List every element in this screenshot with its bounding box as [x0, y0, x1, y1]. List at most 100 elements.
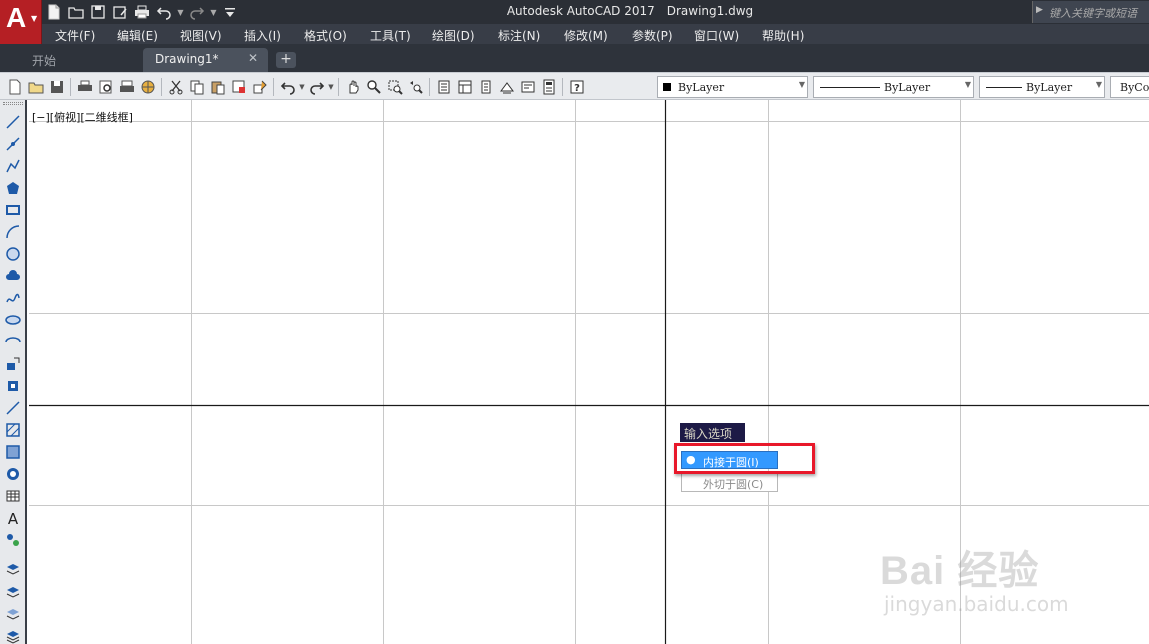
design-center-icon[interactable] — [454, 76, 475, 98]
undo-dropdown-icon[interactable]: ▼ — [298, 83, 306, 91]
open-folder-icon[interactable] — [66, 2, 86, 22]
new-tab-button[interactable]: + — [276, 52, 296, 68]
table-icon[interactable] — [3, 486, 23, 506]
viewport-controls[interactable]: [−][俯视][二维线框] — [32, 109, 133, 125]
match-properties-icon[interactable] — [228, 76, 249, 98]
linetype-preview — [820, 87, 880, 88]
rectangle-icon[interactable] — [3, 200, 23, 220]
circle-icon[interactable] — [3, 244, 23, 264]
save-as-icon[interactable] — [110, 2, 130, 22]
plot-preview-icon[interactable] — [95, 76, 116, 98]
polyline-icon[interactable] — [3, 156, 23, 176]
menu-edit[interactable]: 编辑(E) — [117, 27, 158, 44]
chevron-down-icon: ▼ — [31, 14, 38, 23]
window-title: Autodesk AutoCAD 2017 Drawing1.dwg — [480, 4, 780, 18]
toolbar-separator — [161, 78, 162, 96]
revision-cloud-icon[interactable] — [3, 266, 23, 286]
zoom-previous-icon[interactable] — [405, 76, 426, 98]
save-icon[interactable] — [88, 2, 108, 22]
point-icon[interactable] — [3, 398, 23, 418]
help-icon[interactable]: ? — [566, 76, 587, 98]
toolbar-grip[interactable] — [3, 102, 23, 105]
svg-text:?: ? — [574, 83, 580, 94]
new-icon[interactable] — [4, 76, 25, 98]
insert-block-icon[interactable] — [3, 354, 23, 374]
linetype-combo[interactable]: ByLayer ▼ — [813, 76, 974, 98]
search-box[interactable]: ▶ 键入关键字或短语 — [1032, 1, 1149, 23]
menu-tools[interactable]: 工具(T) — [370, 27, 411, 44]
layer-tool-b-icon[interactable] — [3, 582, 23, 602]
layer-color-combo[interactable]: ByLayer ▼ — [657, 76, 808, 98]
gradient-icon[interactable] — [3, 442, 23, 462]
product-name: Autodesk AutoCAD 2017 — [506, 4, 655, 18]
region-icon[interactable] — [3, 464, 23, 484]
redo-icon[interactable] — [306, 76, 327, 98]
pan-icon[interactable] — [342, 76, 363, 98]
search-placeholder: 键入关键字或短语 — [1049, 7, 1137, 20]
lineweight-combo[interactable]: ByLayer ▼ — [979, 76, 1105, 98]
menu-modify[interactable]: 修改(M) — [564, 27, 608, 44]
close-icon[interactable]: ✕ — [248, 51, 258, 65]
new-file-icon[interactable] — [44, 2, 64, 22]
zoom-realtime-icon[interactable] — [363, 76, 384, 98]
menu-insert[interactable]: 插入(I) — [244, 27, 281, 44]
menu-file[interactable]: 文件(F) — [55, 27, 95, 44]
undo-dropdown-icon[interactable]: ▼ — [176, 2, 185, 22]
cut-icon[interactable] — [165, 76, 186, 98]
menu-format[interactable]: 格式(O) — [304, 27, 347, 44]
application-menu-button[interactable]: A ▼ — [0, 0, 42, 44]
zoom-window-icon[interactable] — [384, 76, 405, 98]
properties-icon[interactable] — [433, 76, 454, 98]
layer-tool-d-icon[interactable] — [3, 626, 23, 644]
hatch-icon[interactable] — [3, 420, 23, 440]
line-icon[interactable] — [3, 112, 23, 132]
option-circumscribed-about-circle[interactable]: 外切于圆(C) — [681, 473, 778, 492]
undo-icon[interactable] — [277, 76, 298, 98]
menu-draw[interactable]: 绘图(D) — [432, 27, 475, 44]
ellipse-icon[interactable] — [3, 310, 23, 330]
tab-start[interactable]: 开始 — [14, 48, 144, 72]
menu-dimension[interactable]: 标注(N) — [498, 27, 540, 44]
tool-palettes-icon[interactable] — [475, 76, 496, 98]
search-expand-icon[interactable]: ▶ — [1036, 5, 1043, 15]
block-editor-icon[interactable] — [249, 76, 270, 98]
redo-icon[interactable] — [187, 2, 207, 22]
chevron-down-icon: ▼ — [798, 80, 805, 89]
redo-dropdown-icon[interactable]: ▼ — [327, 83, 335, 91]
quickcalc-icon[interactable] — [538, 76, 559, 98]
markup-icon[interactable] — [517, 76, 538, 98]
title-bar: ▼ ▼ Autodesk AutoCAD 2017 Drawing1.dwg ▶ … — [0, 0, 1149, 24]
multiline-text-icon[interactable]: A — [3, 508, 23, 528]
paste-icon[interactable] — [207, 76, 228, 98]
save-icon[interactable] — [46, 76, 67, 98]
layer-color-value: ByLayer — [678, 81, 725, 94]
arc-icon[interactable] — [3, 222, 23, 242]
menu-parametric[interactable]: 参数(P) — [632, 27, 673, 44]
menu-window[interactable]: 窗口(W) — [694, 27, 739, 44]
3d-print-icon[interactable] — [137, 76, 158, 98]
layer-tool-c-icon[interactable] — [3, 604, 23, 624]
sheet-set-icon[interactable] — [496, 76, 517, 98]
publish-icon[interactable] — [116, 76, 137, 98]
plot-style-combo[interactable]: ByCol — [1110, 76, 1149, 98]
customize-menu-icon[interactable] — [220, 2, 240, 22]
menu-help[interactable]: 帮助(H) — [762, 27, 804, 44]
polygon-icon[interactable] — [3, 178, 23, 198]
open-icon[interactable] — [25, 76, 46, 98]
spline-icon[interactable] — [3, 288, 23, 308]
make-block-icon[interactable] — [3, 376, 23, 396]
ellipse-arc-icon[interactable] — [3, 332, 23, 352]
print-icon[interactable] — [132, 2, 152, 22]
tab-drawing1[interactable]: Drawing1* ✕ — [143, 48, 268, 72]
undo-icon[interactable] — [154, 2, 174, 22]
copy-icon[interactable] — [186, 76, 207, 98]
layer-tool-a-icon[interactable] — [3, 560, 23, 580]
tab-drawing1-label: Drawing1* — [155, 52, 219, 66]
toolbar-separator — [562, 78, 563, 96]
add-selected-icon[interactable] — [3, 530, 23, 550]
construction-line-icon[interactable] — [3, 134, 23, 154]
redo-dropdown-icon[interactable]: ▼ — [209, 2, 218, 22]
tab-start-label: 开始 — [32, 54, 57, 68]
plot-icon[interactable] — [74, 76, 95, 98]
menu-view[interactable]: 视图(V) — [180, 27, 222, 44]
